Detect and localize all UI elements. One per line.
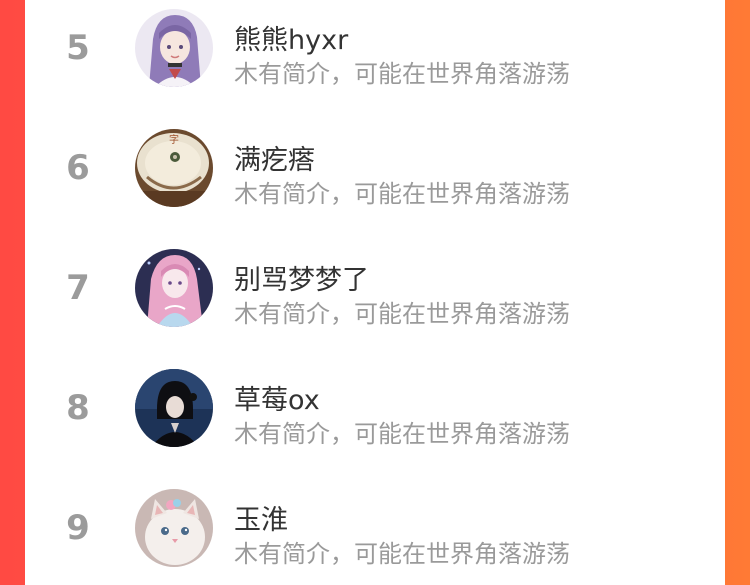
ranking-row[interactable]: 9 玉淮 木有简介，可能在世界角落游荡 <box>25 488 725 568</box>
user-bio: 木有简介，可能在世界角落游荡 <box>234 540 570 568</box>
svg-text:字: 字 <box>169 133 179 146</box>
user-name[interactable]: 熊熊hyxr <box>234 18 348 57</box>
rank-number: 8 <box>66 388 90 428</box>
anime-girl-purple-hair-avatar <box>135 9 213 87</box>
ranking-row[interactable]: 5 熊熊hyxr 木有简介，可能在世界角落游荡 <box>25 8 725 88</box>
white-kitten-avatar <box>135 489 213 567</box>
user-bio: 木有简介，可能在世界角落游荡 <box>234 60 570 88</box>
user-name[interactable]: 别骂梦梦了 <box>234 258 369 297</box>
anime-girl-pink-hair-avatar <box>135 249 213 327</box>
ranking-row[interactable]: 6 字 满疙瘩 木有简介，可能在世界角落游荡 <box>25 128 725 208</box>
user-avatar[interactable]: 字 <box>135 129 213 207</box>
rank-number: 7 <box>66 268 90 308</box>
user-name[interactable]: 满疙瘩 <box>234 138 315 177</box>
ranking-row[interactable]: 7 别骂梦梦了 木有简介，可能在世界角落游荡 <box>25 248 725 328</box>
user-avatar[interactable] <box>135 489 213 567</box>
ranking-list: 5 熊熊hyxr 木有简介，可能在世界角落游荡 6 字 满疙瘩 木有简介，可能在… <box>25 0 725 585</box>
user-bio: 木有简介，可能在世界角落游荡 <box>234 300 570 328</box>
user-bio: 木有简介，可能在世界角落游荡 <box>234 420 570 448</box>
user-avatar[interactable] <box>135 249 213 327</box>
user-bio: 木有简介，可能在世界角落游荡 <box>234 180 570 208</box>
rank-number: 9 <box>66 508 90 548</box>
user-name[interactable]: 草莓ox <box>234 378 320 417</box>
app-background: 5 熊熊hyxr 木有简介，可能在世界角落游荡 6 字 满疙瘩 木有简介，可能在… <box>0 0 750 585</box>
user-avatar[interactable] <box>135 369 213 447</box>
user-name[interactable]: 玉淮 <box>234 498 288 537</box>
user-avatar[interactable] <box>135 9 213 87</box>
ranking-row[interactable]: 8 草莓ox 木有简介，可能在世界角落游荡 <box>25 368 725 448</box>
rank-number: 6 <box>66 148 90 188</box>
rank-number: 5 <box>66 28 90 68</box>
ceramic-plate-avatar: 字 <box>135 129 213 207</box>
dark-portrait-avatar <box>135 369 213 447</box>
